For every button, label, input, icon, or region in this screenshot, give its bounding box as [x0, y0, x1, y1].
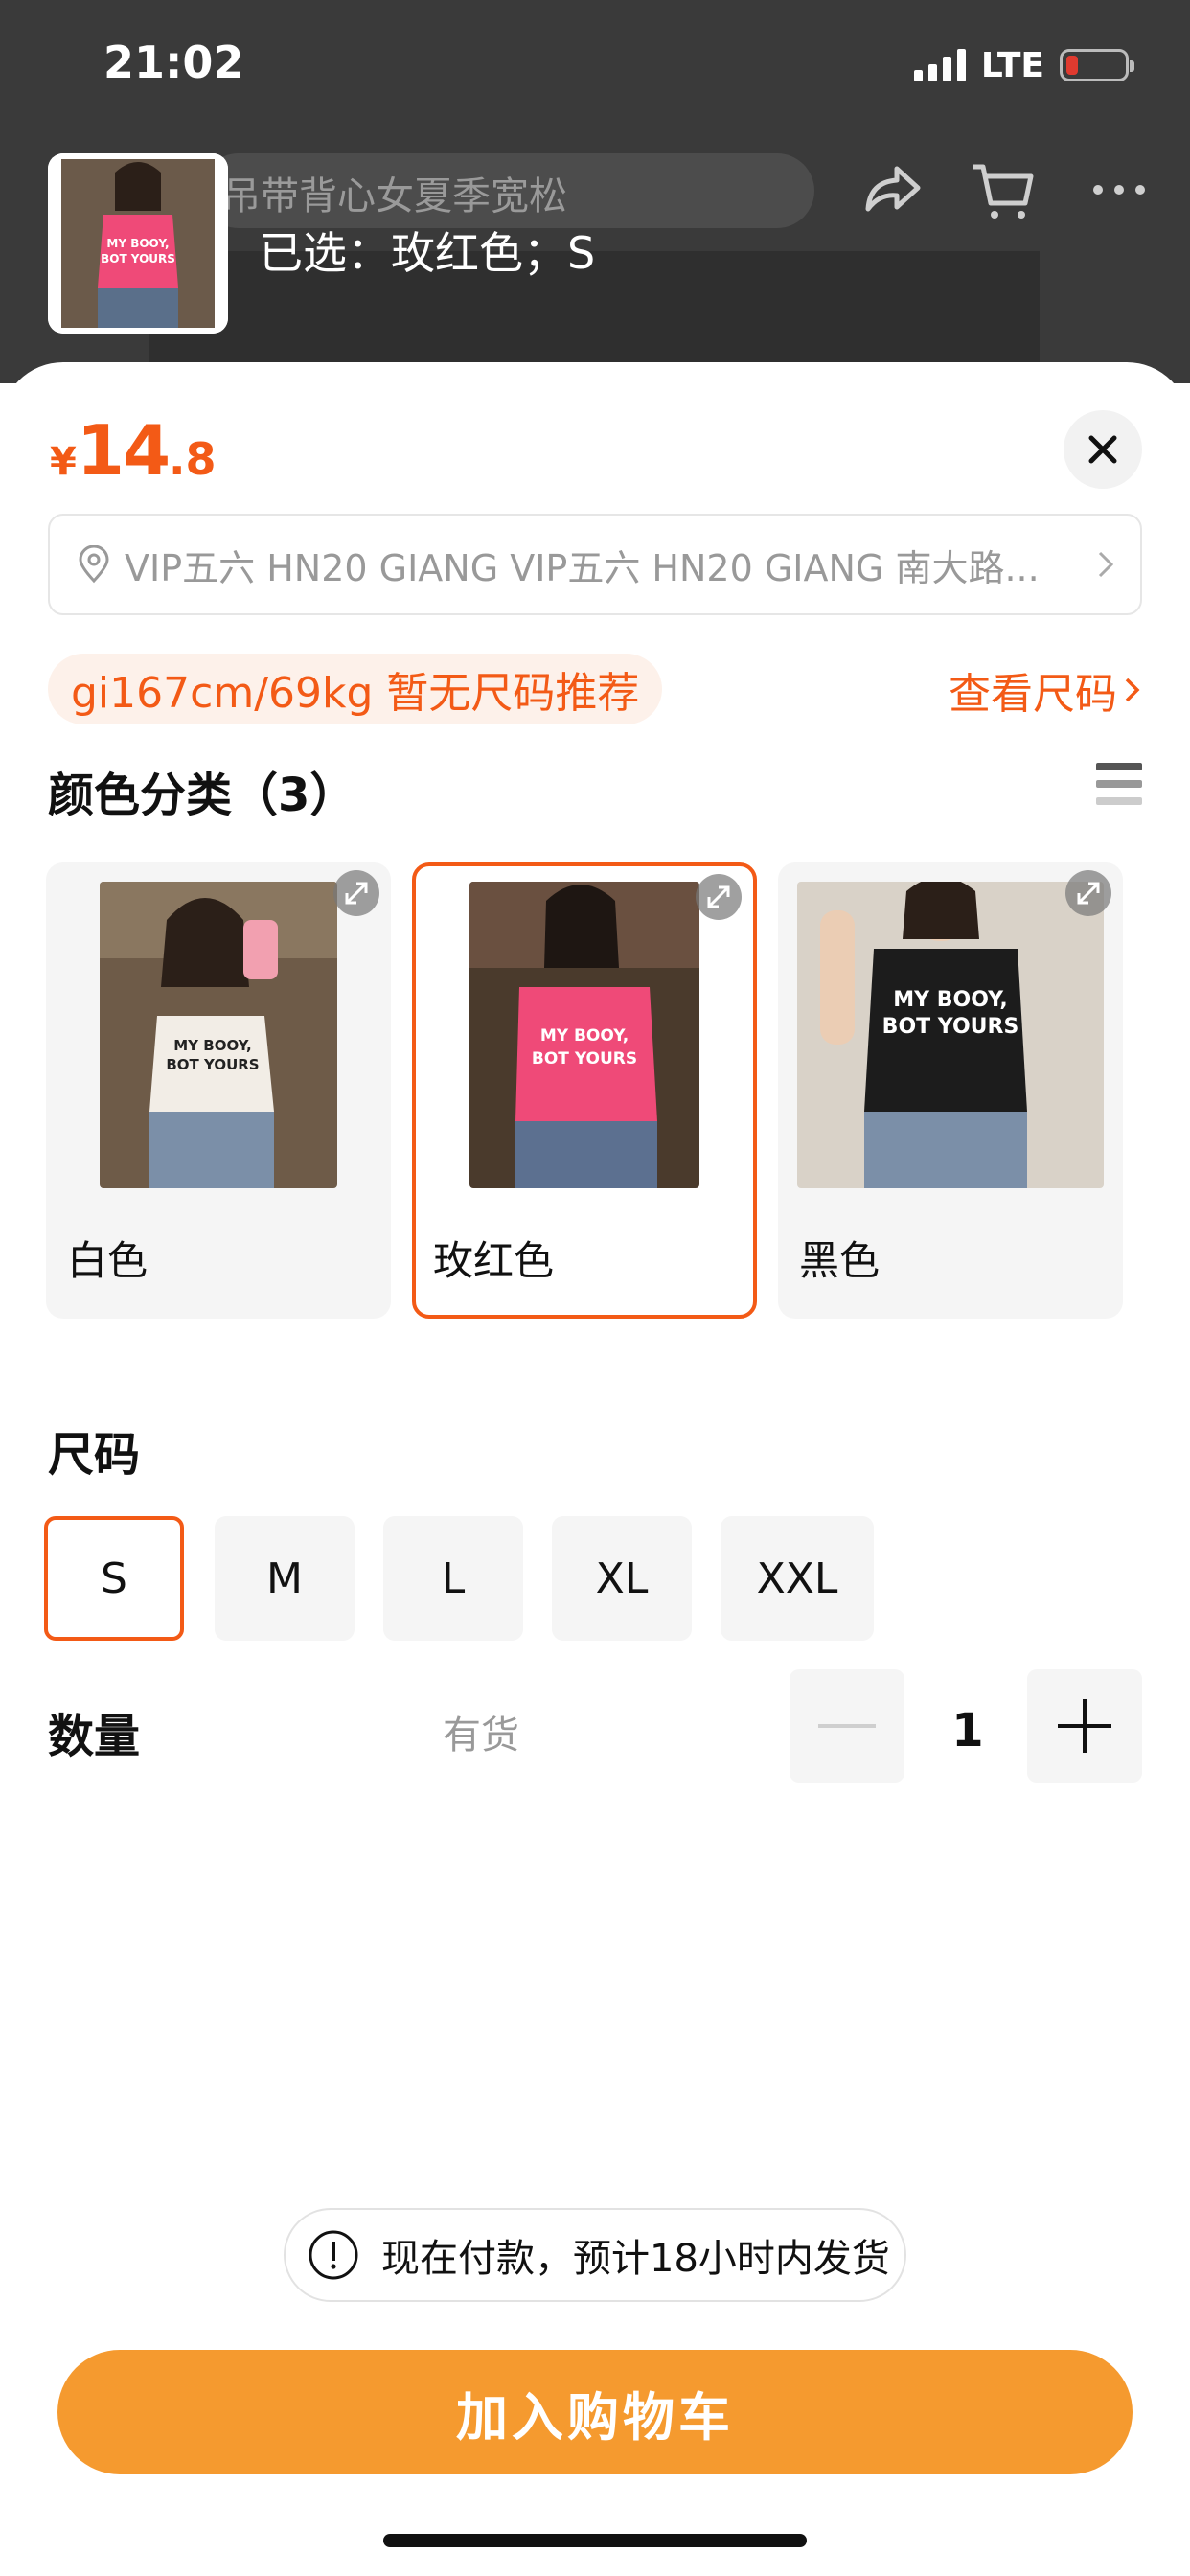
close-button[interactable] — [1064, 410, 1142, 489]
shirt-print: BOT YOURS — [166, 1056, 259, 1073]
price-currency: ¥ — [50, 440, 77, 484]
network-label: LTE — [980, 45, 1044, 85]
plus-icon — [1058, 1699, 1111, 1753]
home-indicator — [383, 2534, 807, 2547]
close-icon — [1088, 435, 1117, 464]
color-option-rose-red[interactable]: MY BOOY, BOT YOURS 玫红色 — [412, 862, 757, 1319]
minus-icon — [818, 1724, 876, 1728]
size-option-s[interactable]: S — [44, 1516, 184, 1641]
color-option-black[interactable]: MY BOOY, BOT YOURS 黑色 — [778, 862, 1123, 1319]
cart-icon[interactable] — [966, 153, 1039, 226]
color-section-title: 颜色分类（3） — [48, 769, 356, 822]
quantity-label: 数量 — [48, 1710, 141, 1763]
size-option-l[interactable]: L — [383, 1516, 523, 1641]
expand-icon[interactable] — [696, 874, 742, 920]
chevron-right-icon — [1098, 551, 1114, 578]
search-text: 吊带背心女夏季宽松 — [222, 174, 567, 218]
quantity-value: 1 — [951, 1704, 984, 1758]
size-option-xxl[interactable]: XXL — [721, 1516, 874, 1641]
address-text: VIP五六 HN20 GIANG VIP五六 HN20 GIANG 南大路... — [125, 546, 1040, 589]
signal-icon — [913, 49, 966, 81]
svg-text:BOT YOURS: BOT YOURS — [101, 252, 175, 265]
status-time: 21:02 — [103, 36, 244, 88]
color-option-image: MY BOOY, BOT YOURS — [100, 882, 337, 1188]
shirt-print: MY BOOY, — [173, 1037, 252, 1054]
shirt-print: MY BOOY, — [540, 1026, 629, 1046]
battery-level — [1066, 56, 1078, 75]
price-decimal: .8 — [169, 433, 217, 485]
location-pin-icon — [79, 545, 109, 584]
shipping-notice: 现在付款，预计18小时内发货 — [284, 2208, 906, 2302]
size-option-xl[interactable]: XL — [552, 1516, 692, 1641]
chevron-right-icon — [1125, 678, 1140, 702]
info-icon — [309, 2230, 358, 2280]
address-selector[interactable]: VIP五六 HN20 GIANG VIP五六 HN20 GIANG 南大路... — [48, 514, 1142, 615]
status-icons: LTE — [913, 42, 1134, 88]
selected-variant-text: 已选：玫红色；S — [259, 227, 596, 279]
increase-quantity-button[interactable] — [1027, 1669, 1142, 1782]
stock-status: 有货 — [443, 1714, 519, 1758]
add-to-cart-button[interactable]: 加入购物车 — [57, 2350, 1133, 2474]
shirt-print: MY BOOY, — [893, 988, 1008, 1012]
list-view-icon[interactable] — [1096, 763, 1142, 809]
color-option-label: 黑色 — [799, 1237, 881, 1284]
svg-text:MY BOOY,: MY BOOY, — [106, 237, 169, 250]
expand-icon[interactable] — [1065, 870, 1111, 916]
product-thumbnail[interactable]: MY BOOY, BOT YOURS — [48, 153, 228, 334]
color-option-image: MY BOOY, BOT YOURS — [469, 882, 699, 1188]
expand-icon[interactable] — [333, 870, 379, 916]
size-option-m[interactable]: M — [215, 1516, 355, 1641]
color-option-image: MY BOOY, BOT YOURS — [797, 882, 1104, 1188]
shirt-print: BOT YOURS — [532, 1049, 637, 1069]
color-option-white[interactable]: MY BOOY, BOT YOURS 白色 — [46, 862, 391, 1319]
shirt-print: BOT YOURS — [882, 1015, 1019, 1039]
color-option-label: 玫红色 — [433, 1237, 555, 1284]
more-icon[interactable] — [1083, 153, 1156, 226]
size-section-title: 尺码 — [48, 1428, 141, 1482]
view-size-chart-link[interactable]: 查看尺码 — [949, 659, 1142, 721]
decrease-quantity-button[interactable] — [790, 1669, 904, 1782]
shipping-notice-text: 现在付款，预计18小时内发货 — [381, 2237, 890, 2281]
share-icon[interactable] — [855, 153, 927, 226]
battery-icon — [1060, 49, 1134, 81]
price: ¥ 14 .8 — [50, 410, 217, 491]
view-size-chart-label: 查看尺码 — [949, 670, 1117, 719]
size-recommendation: gi167cm/69kg 暂无尺码推荐 — [48, 654, 663, 724]
price-integer: 14 — [76, 410, 171, 491]
color-option-label: 白色 — [67, 1237, 149, 1284]
